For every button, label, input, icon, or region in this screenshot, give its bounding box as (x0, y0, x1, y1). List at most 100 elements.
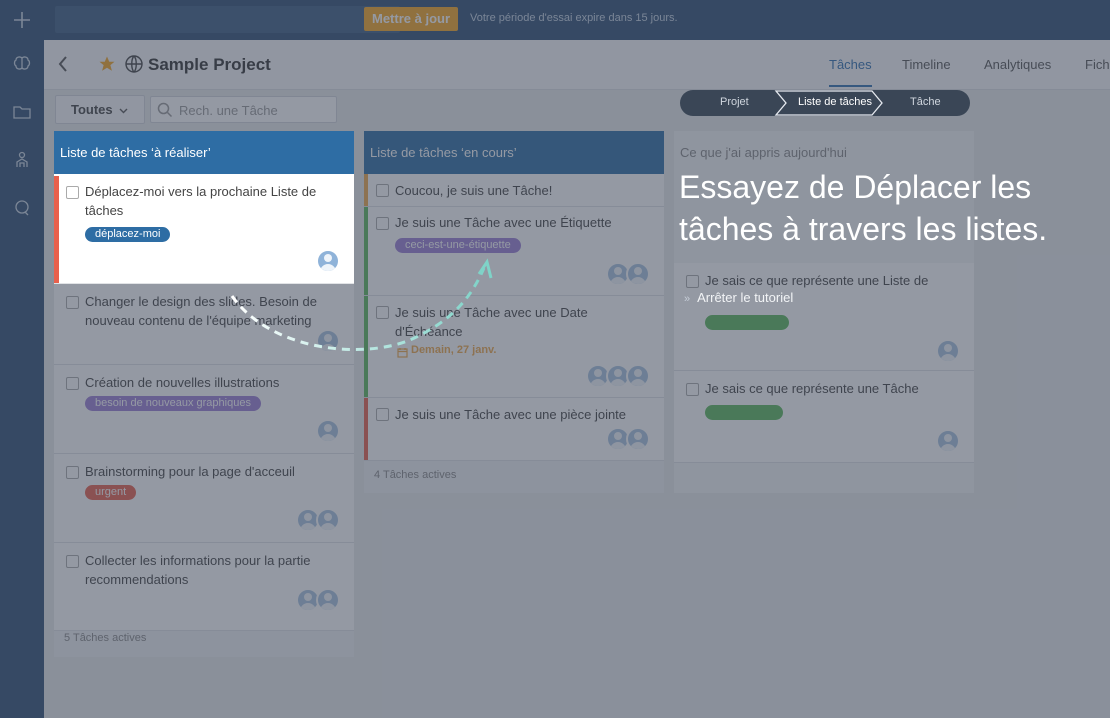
breadcrumb-label: Liste de tâches (798, 96, 872, 108)
task-title: Changer le design des slides. Besoin de (85, 294, 317, 309)
task-checkbox[interactable] (376, 408, 389, 421)
task-card[interactable]: Je sais ce que représente une Liste de (674, 263, 974, 371)
task-color-stripe (54, 176, 59, 283)
breadcrumb-liste[interactable]: Liste de tâches (774, 90, 886, 116)
task-title: Coucou, je suis une Tâche! (395, 183, 553, 198)
filter-label: Toutes (71, 102, 113, 117)
stop-tutorial-label: Arrêter le tutoriel (697, 290, 794, 305)
avatar (936, 339, 960, 363)
avatar (936, 429, 960, 453)
task-checkbox[interactable] (66, 466, 79, 479)
search-icon (157, 102, 173, 121)
task-tag: ceci-est-une-étiquette (395, 238, 521, 253)
avatar (626, 364, 650, 388)
tutorial-line-2: tâches à travers les listes. (679, 211, 1048, 247)
task-tag: urgent (85, 485, 137, 500)
breadcrumb-projet[interactable]: Projet (720, 96, 749, 108)
avatar (626, 427, 650, 451)
left-rail (0, 0, 44, 718)
task-card[interactable]: Brainstorming pour la page d'acceuil urg… (54, 454, 354, 543)
avatar (316, 588, 340, 612)
task-tag (705, 405, 783, 420)
list-footer: 5 Tâches actives (64, 632, 147, 644)
breadcrumb: Projet Liste de tâches Tâche (680, 90, 970, 116)
task-tag: besoin de nouveaux graphiques (85, 396, 261, 411)
task-color-stripe (364, 174, 368, 206)
task-title: Je suis une Tâche avec une pièce jointe (395, 407, 627, 422)
task-card[interactable]: Je suis une Tâche avec une pièce jointe (364, 398, 664, 461)
upgrade-button[interactable]: Mettre à jour (364, 7, 459, 31)
tab-analytiques[interactable]: Analytiques (984, 57, 1051, 72)
task-checkbox[interactable] (66, 377, 79, 390)
task-checkbox[interactable] (66, 186, 79, 199)
chat-icon[interactable] (12, 198, 32, 218)
project-title: Sample Project (148, 55, 271, 74)
task-card[interactable]: Je suis une Tâche avec une Date d'Échéan… (364, 296, 664, 398)
double-chevron-icon: » (684, 293, 691, 305)
chevron-down-icon (119, 102, 128, 117)
task-title-cont: tâches (85, 203, 124, 218)
list-footer: 4 Tâches actives (374, 469, 457, 481)
task-due-date: Demain, 27 janv. (411, 344, 497, 356)
task-title: Création de nouvelles illustrations (85, 375, 280, 390)
task-title: Collecter les informations pour la parti… (85, 553, 311, 568)
tutorial-line-1: Essayez de Déplacer les (679, 169, 1032, 205)
add-icon[interactable] (0, 0, 44, 40)
task-title: Je suis une Tâche avec une Date (395, 305, 588, 320)
globe-icon (124, 54, 144, 79)
task-card[interactable]: Création de nouvelles illustrations beso… (54, 365, 354, 454)
avatar (626, 262, 650, 286)
breadcrumb-tache[interactable]: Tâche (910, 96, 941, 108)
task-color-stripe (364, 398, 368, 460)
task-color-stripe (364, 207, 368, 295)
task-card[interactable]: Collecter les informations pour la parti… (54, 543, 354, 631)
task-color-stripe (364, 296, 368, 397)
task-title-cont: recommendations (85, 572, 189, 587)
avatar (316, 329, 340, 353)
list-header: Liste de tâches ‘en cours’ (364, 131, 664, 174)
back-icon[interactable] (58, 55, 68, 78)
task-card[interactable]: Coucou, je suis une Tâche! (364, 174, 664, 207)
task-checkbox[interactable] (376, 306, 389, 319)
star-icon[interactable] (98, 55, 116, 78)
task-tag (705, 315, 789, 330)
task-card-highlighted[interactable]: Déplacez-moi vers la prochaine Liste de … (54, 174, 354, 284)
task-checkbox[interactable] (376, 184, 389, 197)
task-title: Déplacez-moi vers la prochaine Liste de (85, 184, 317, 199)
filter-dropdown[interactable]: Toutes (55, 95, 145, 124)
task-card[interactable]: Changer le design des slides. Besoin de … (54, 284, 354, 365)
task-checkbox[interactable] (686, 275, 699, 288)
task-checkbox[interactable] (66, 296, 79, 309)
task-search-input[interactable]: Rech. une Tâche (150, 96, 337, 123)
trial-notice: Votre période d'essai expire dans 15 jou… (470, 12, 678, 24)
calendar-icon (397, 345, 408, 363)
task-checkbox[interactable] (376, 217, 389, 230)
task-search-placeholder: Rech. une Tâche (179, 103, 278, 118)
task-title-cont: nouveau contenu de l'équipe marketing (85, 313, 312, 328)
task-card[interactable]: Je suis une Tâche avec une Étiquette cec… (364, 207, 664, 296)
task-checkbox[interactable] (66, 555, 79, 568)
avatar (316, 249, 340, 273)
tutorial-heading: Essayez de Déplacer les tâches à travers… (679, 166, 1047, 250)
list-header: Liste de tâches ‘à réaliser’ (54, 131, 354, 174)
task-checkbox[interactable] (686, 383, 699, 396)
global-search-input[interactable] (55, 6, 400, 33)
tab-taches[interactable]: Tâches (829, 57, 872, 87)
avatar (316, 419, 340, 443)
tab-fichiers[interactable]: Fich (1085, 57, 1110, 72)
avatar (316, 508, 340, 532)
top-bar: Mettre à jour Votre période d'essai expi… (44, 0, 1110, 40)
tab-timeline[interactable]: Timeline (902, 57, 951, 72)
highlighted-list: Liste de tâches ‘à réaliser’ Déplacez-mo… (54, 131, 354, 284)
brain-icon[interactable] (12, 54, 32, 74)
task-title: Je sais ce que représente une Tâche (705, 381, 919, 396)
task-title: Brainstorming pour la page d'acceuil (85, 464, 295, 479)
task-card[interactable]: Je sais ce que représente une Tâche (674, 371, 974, 463)
task-title-cont: d'Échéance (395, 324, 463, 339)
team-icon[interactable] (12, 150, 32, 170)
project-header: Sample Project Tâches Timeline Analytiqu… (44, 40, 1110, 90)
task-title: Je sais ce que représente une Liste de (705, 273, 929, 288)
folder-icon[interactable] (12, 102, 32, 122)
task-tag: déplacez-moi (85, 227, 171, 242)
stop-tutorial-link[interactable]: » Arrêter le tutoriel (684, 290, 793, 305)
